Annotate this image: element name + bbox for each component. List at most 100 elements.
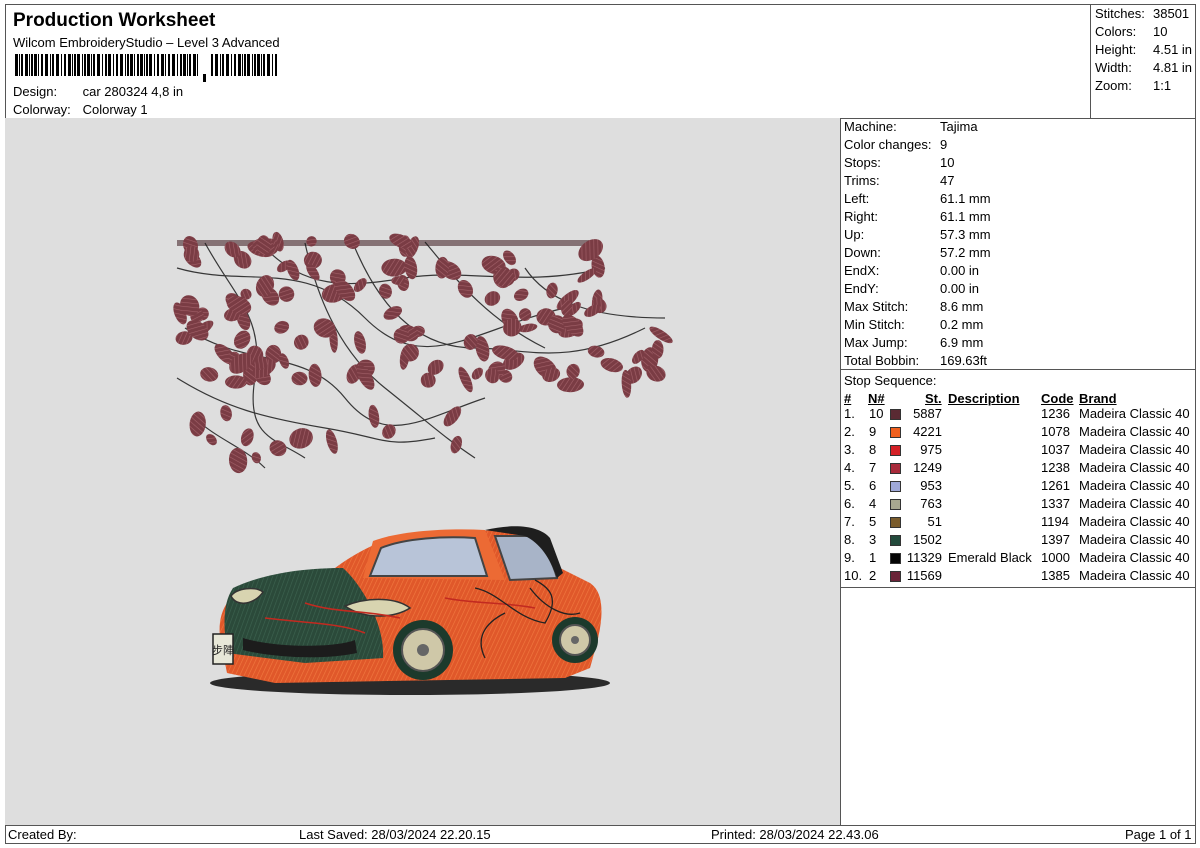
summary-row: Colors: 10 [1095,24,1168,39]
column-header-code: Code [1041,391,1074,406]
barcode-bar [244,54,246,76]
cell-needle: 7 [869,460,877,475]
barcode-bar [189,54,191,76]
info-row: Max Stitch: 8.6 mm [844,299,984,314]
cell-brand: Madeira Classic 40 [1079,496,1190,511]
barcode-bar [144,54,145,76]
cell-stitches: 51 [927,514,942,529]
barcode-bar [261,54,262,76]
cell-stitches: 4221 [913,424,942,439]
design-preview: 步陣 [5,118,841,825]
barcode-bar [77,54,80,76]
blossom-petal [291,371,308,386]
barcode-bar [238,54,241,76]
thread-color-swatch [890,409,901,420]
info-row: EndY: 0.00 in [844,281,980,296]
design-label: Design: [13,84,58,99]
colorway-label: Colorway: [13,102,71,117]
barcode-bar [34,54,37,76]
barcode-bar [15,54,18,76]
summary-row: Zoom: 1:1 [1095,78,1172,93]
cell-needle: 5 [869,514,877,529]
barcode-bar [234,54,236,76]
divider [841,369,1196,370]
info-row: Up: 57.3 mm [844,227,991,242]
blossom-petal [274,320,290,334]
cell-index: 5. [844,478,855,493]
barcode-bar [125,54,126,76]
table-row: 5. 6 953 1261 Madeira Classic 40 [841,478,1196,496]
blossom-petal [382,424,396,439]
thread-color-swatch [890,499,901,510]
column-header-needle: N# [868,391,885,406]
info-row: Stops: 10 [844,155,955,170]
cell-needle: 6 [869,478,877,493]
info-row: Down: 57.2 mm [844,245,991,260]
blossom-petal [269,440,287,457]
cell-brand: Madeira Classic 40 [1079,406,1190,421]
thread-color-swatch [890,427,901,438]
barcode-bar [149,54,152,76]
barcode-bar [25,54,28,76]
cell-stitches: 1249 [913,460,942,475]
cell-index: 10. [844,568,863,583]
blossom-petal [458,366,473,393]
cell-brand: Madeira Classic 40 [1079,568,1190,583]
cell-brand: Madeira Classic 40 [1079,442,1190,457]
blossom-petal [518,308,532,321]
info-row: Machine: Tajima [844,119,978,134]
info-row: Left: 61.1 mm [844,191,991,206]
thread-color-swatch [890,481,901,492]
barcode-bar [29,54,30,76]
cell-needle: 10 [869,406,884,421]
barcode-bar [52,54,54,76]
barcode-bar [56,54,59,76]
barcode-bar [220,54,221,76]
cell-code: 1078 [1041,424,1070,439]
barcode-bar [105,54,107,76]
column-header-stitches: St. [925,391,942,406]
table-row: 9. 1 11329 Emerald Black 1000 Madeira Classic… [841,550,1196,568]
info-row: Min Stitch: 0.2 mm [844,317,984,332]
blossom-petal [240,428,254,447]
cell-code: 1397 [1041,532,1070,547]
thread-color-swatch [890,517,901,528]
blossom-petal [228,447,248,474]
barcode-bar [116,54,118,76]
info-row: Trims: 47 [844,173,955,188]
car-embroidery: 步陣 [210,526,610,695]
barcode-bar [272,54,273,76]
page-number: Page 1 of 1 [1125,827,1192,842]
blossom-petal [484,291,501,306]
barcode-bar [226,54,229,76]
cell-index: 7. [844,514,855,529]
blossom-petal [577,267,597,283]
barcode-bar [137,54,139,76]
cell-brand: Madeira Classic 40 [1079,514,1190,529]
cell-stitches: 11569 [906,568,942,583]
blossom-petal [278,286,295,302]
blossom-petal [383,306,403,320]
thread-color-swatch [890,463,901,474]
cell-needle: 1 [869,550,877,565]
barcode-bar [127,54,129,76]
blossom-petal [189,411,206,437]
blossom-petal [587,345,605,358]
barcode-bar [31,54,33,76]
cell-needle: 4 [869,496,877,511]
cell-code: 1238 [1041,460,1070,475]
cell-needle: 9 [869,424,877,439]
divider [841,587,1196,588]
blossom-petal [566,363,580,379]
barcode-bar [211,54,213,76]
blossom-petal [381,258,407,277]
barcode-bar [215,54,218,76]
blossom-petal [293,334,309,350]
barcode-bar [120,54,123,76]
barcode-bar [154,54,155,76]
barcode-bar [45,54,48,76]
summary-row: Width: 4.81 in [1095,60,1193,75]
cell-index: 9. [844,550,855,565]
last-saved: Last Saved: 28/03/2024 22.20.15 [299,827,491,842]
blossom-petal [450,435,463,454]
